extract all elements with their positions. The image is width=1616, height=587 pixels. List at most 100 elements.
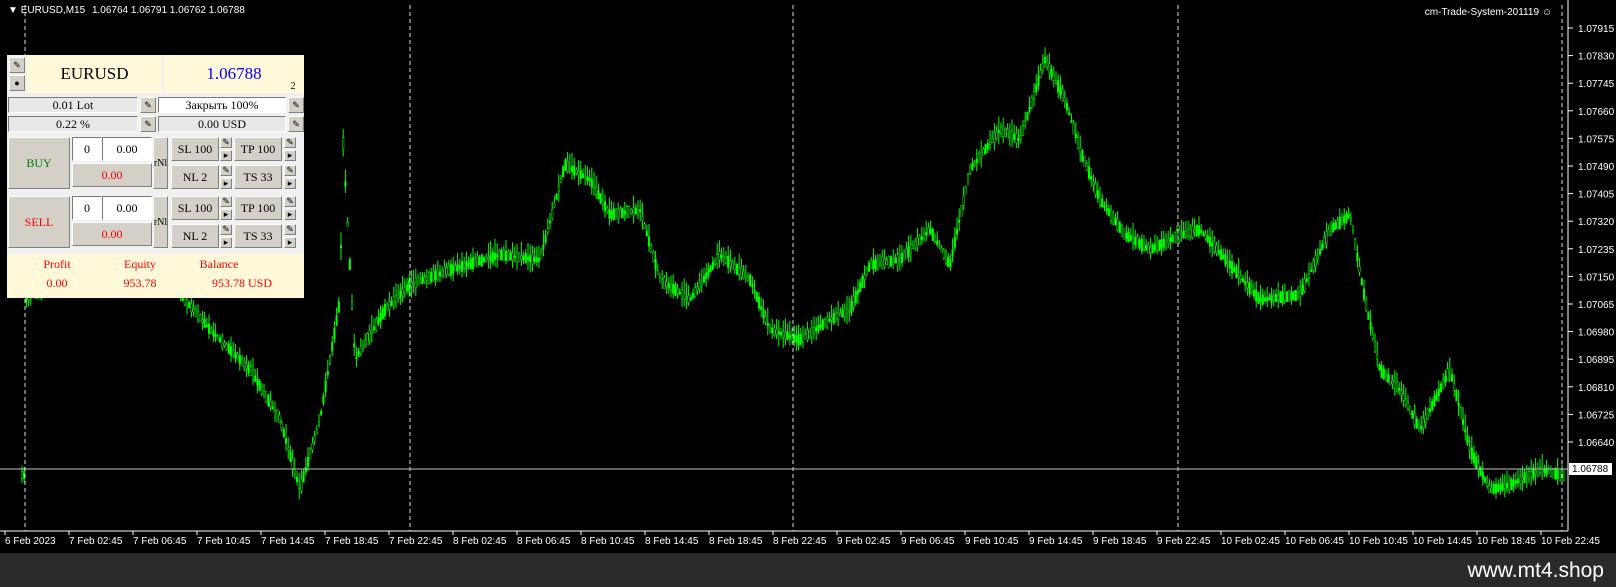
time-label: 7 Feb 14:45 (261, 536, 315, 547)
balance-value: 953.78 USD (211, 275, 272, 290)
time-label: 10 Feb 18:45 (1477, 536, 1536, 547)
time-label: 9 Feb 06:45 (901, 536, 955, 547)
buy-volume-field[interactable]: 0.00 (102, 137, 152, 161)
sell-volume-field[interactable]: 0.00 (102, 196, 152, 220)
smiley-icon: ☺ (1541, 7, 1552, 18)
time-label: 9 Feb 10:45 (965, 536, 1019, 547)
watermark: www.mt4.shop (1467, 559, 1604, 582)
buy-count-field[interactable]: 0 (72, 137, 102, 161)
trade-panel: ✎ ● EURUSD 1.06788 2 0.01 Lot ✎ Закрыть … (7, 55, 304, 298)
sell-count-field[interactable]: 0 (72, 196, 102, 220)
sell-ts-button[interactable]: TS 33 (234, 224, 282, 248)
price-label: 1.07235 (1578, 245, 1615, 256)
symbol-display: EURUSD (27, 55, 162, 93)
pencil-icon[interactable]: ✎ (220, 137, 232, 148)
pencil-icon[interactable]: ✎ (140, 116, 156, 132)
drop-icon[interactable]: ● (9, 75, 25, 91)
time-label: 9 Feb 22:45 (1157, 536, 1211, 547)
pencil-icon[interactable]: ✎ (288, 97, 304, 113)
arrow-icon[interactable]: ▸ (284, 178, 296, 189)
chart-header: ▼ EURUSD,M15 1.06764 1.06791 1.06762 1.0… (8, 5, 245, 16)
sell-nl-button[interactable]: NL 2 (171, 224, 219, 248)
account-stats: Profit Equity Balance 0.00 953.78 953.78… (7, 254, 304, 298)
time-axis-labels: 6 Feb 2023 7 Feb 02:45 7 Feb 06:45 7 Feb 10… (4, 531, 1600, 547)
spread-display: 2 (290, 80, 296, 92)
buy-nl-button[interactable]: NL 2 (171, 165, 219, 189)
indicator-label: cm-Trade-System-201119 ☺ (1424, 7, 1552, 18)
footer-bar: www.mt4.shop (0, 553, 1616, 587)
time-label: 7 Feb 22:45 (389, 536, 443, 547)
time-label: 8 Feb 02:45 (453, 536, 507, 547)
time-label: 10 Feb 02:45 (1221, 536, 1280, 547)
price-label: 1.06895 (1578, 355, 1615, 366)
price-display: 1.06788 (164, 55, 304, 93)
price-label: 1.07320 (1578, 217, 1615, 228)
time-label: 9 Feb 02:45 (837, 536, 891, 547)
price-label: 1.07915 (1578, 24, 1615, 35)
price-label: 1.07405 (1578, 190, 1615, 201)
sell-tp-button[interactable]: TP 100 (234, 196, 282, 220)
arrow-icon[interactable]: ▸ (220, 209, 232, 220)
arrow-icon[interactable]: ▸ (220, 150, 232, 161)
time-label: 10 Feb 22:45 (1541, 536, 1600, 547)
pencil-icon[interactable]: ✎ (284, 137, 296, 148)
time-label: 7 Feb 06:45 (133, 536, 187, 547)
arrow-icon[interactable]: ▸ (220, 237, 232, 248)
arrow-icon[interactable]: ▸ (284, 150, 296, 161)
pencil-icon[interactable]: ✎ (140, 97, 156, 113)
time-label: 9 Feb 14:45 (1029, 536, 1083, 547)
pencil-icon[interactable]: ✎ (284, 196, 296, 207)
time-label: 7 Feb 10:45 (197, 536, 251, 547)
lot-field[interactable]: 0.01 Lot (8, 97, 138, 113)
price-label: 1.06810 (1578, 383, 1615, 394)
price-label: 1.06725 (1578, 410, 1615, 421)
pencil-icon[interactable]: ✎ (220, 196, 232, 207)
pencil-icon[interactable]: ✎ (284, 224, 296, 235)
time-label: 8 Feb 10:45 (581, 536, 635, 547)
price-label: 1.07660 (1578, 107, 1615, 118)
buy-button[interactable]: BUY (8, 137, 70, 189)
price-label: 1.06980 (1578, 328, 1615, 339)
pencil-icon[interactable]: ✎ (220, 165, 232, 176)
sell-profit: 0.00 (72, 222, 152, 246)
equity-label: Equity (124, 256, 156, 271)
profit-value: 0.00 (46, 275, 68, 290)
current-price-marker: 1.06788 (1569, 463, 1612, 475)
arrow-icon[interactable]: ▸ (220, 178, 232, 189)
time-label: 9 Feb 18:45 (1093, 536, 1147, 547)
symbol-timeframe: EURUSD,M15 (20, 5, 86, 16)
chart-window[interactable]: 1.07915 1.07830 1.07745 1.07660 1.07575 1.074… (0, 0, 1616, 553)
chevron-down-icon[interactable]: ▼ (8, 5, 18, 16)
pencil-icon[interactable]: ✎ (220, 224, 232, 235)
time-label: 10 Feb 06:45 (1285, 536, 1344, 547)
pin-icon[interactable]: ✎ (9, 57, 25, 73)
price-label: 1.07065 (1578, 300, 1615, 311)
risk-usd-field[interactable]: 0.00 USD (158, 116, 286, 132)
time-label: 7 Feb 18:45 (325, 536, 379, 547)
time-label: 6 Feb 2023 (5, 536, 56, 547)
price-label: 1.07150 (1578, 272, 1615, 283)
time-label: 8 Feb 22:45 (773, 536, 827, 547)
buy-mode-toggle[interactable]: rNl (153, 137, 168, 189)
time-label: 10 Feb 10:45 (1349, 536, 1408, 547)
buy-profit: 0.00 (72, 163, 152, 187)
price-label: 1.07490 (1578, 162, 1615, 173)
close-percent-button[interactable]: Закрыть 100% (158, 97, 286, 113)
price-label: 1.07830 (1578, 52, 1615, 63)
price-label: 1.07745 (1578, 79, 1615, 90)
buy-ts-button[interactable]: TS 33 (234, 165, 282, 189)
pencil-icon[interactable]: ✎ (288, 116, 304, 132)
buy-tp-button[interactable]: TP 100 (234, 137, 282, 161)
sell-button[interactable]: SELL (8, 196, 70, 248)
sell-sl-button[interactable]: SL 100 (171, 196, 219, 220)
time-label: 10 Feb 14:45 (1413, 536, 1472, 547)
svg-text:1.06788: 1.06788 (1572, 464, 1609, 475)
price-label: 1.07575 (1578, 134, 1615, 145)
arrow-icon[interactable]: ▸ (284, 209, 296, 220)
time-label: 8 Feb 18:45 (709, 536, 763, 547)
sell-mode-toggle[interactable]: rNl (153, 196, 168, 248)
pencil-icon[interactable]: ✎ (284, 165, 296, 176)
arrow-icon[interactable]: ▸ (284, 237, 296, 248)
risk-percent-field[interactable]: 0.22 % (8, 116, 138, 132)
buy-sl-button[interactable]: SL 100 (171, 137, 219, 161)
